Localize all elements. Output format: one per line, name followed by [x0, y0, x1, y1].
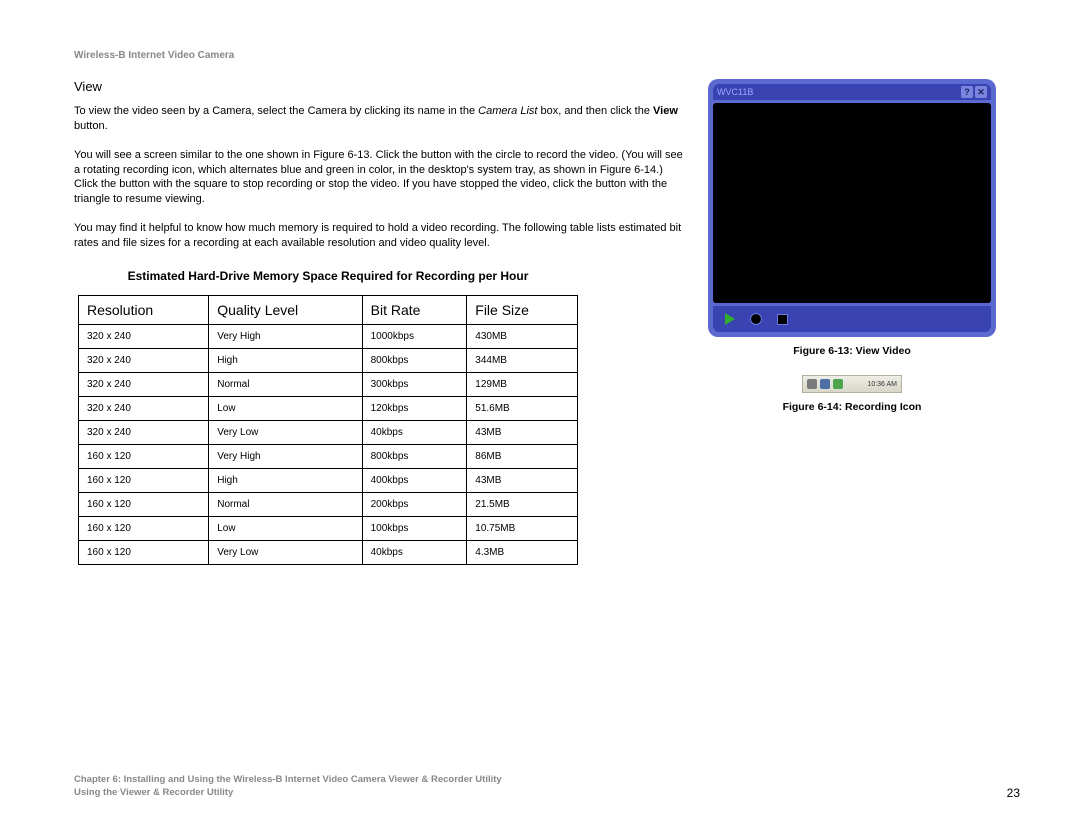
system-tray-figure: 10:36 AM — [802, 375, 902, 393]
table-cell: 51.6MB — [467, 396, 578, 420]
camera-list-italic: Camera List — [478, 105, 537, 117]
table-cell: 43MB — [467, 468, 578, 492]
column-header: Quality Level — [209, 295, 362, 324]
footer-line-1: Chapter 6: Installing and Using the Wire… — [74, 774, 502, 787]
table-cell: 40kbps — [362, 420, 467, 444]
figure-6-13-caption: Figure 6-13: View Video — [702, 345, 1002, 357]
play-icon — [725, 313, 735, 325]
table-cell: 43MB — [467, 420, 578, 444]
table-row: 160 x 120Normal200kbps21.5MB — [79, 492, 578, 516]
figure-6-14-caption: Figure 6-14: Recording Icon — [702, 401, 1002, 413]
table-row: 160 x 120High400kbps43MB — [79, 468, 578, 492]
table-cell: 120kbps — [362, 396, 467, 420]
table-cell: 430MB — [467, 324, 578, 348]
column-header: File Size — [467, 295, 578, 324]
video-player-figure: WVC11B ? ✕ — [708, 79, 996, 337]
table-cell: Very High — [209, 444, 362, 468]
table-cell: 320 x 240 — [79, 324, 209, 348]
table-cell: 10.75MB — [467, 516, 578, 540]
table-row: 320 x 240Very High1000kbps430MB — [79, 324, 578, 348]
column-header: Resolution — [79, 295, 209, 324]
table-row: 320 x 240Low120kbps51.6MB — [79, 396, 578, 420]
table-cell: 160 x 120 — [79, 468, 209, 492]
player-controls — [713, 306, 991, 332]
table-cell: 320 x 240 — [79, 396, 209, 420]
main-content: View To view the video seen by a Camera,… — [74, 79, 684, 565]
close-icon[interactable]: ✕ — [975, 86, 987, 98]
table-cell: 400kbps — [362, 468, 467, 492]
footer-line-2: Using the Viewer & Recorder Utility — [74, 787, 502, 800]
table-cell: 800kbps — [362, 444, 467, 468]
table-row: 320 x 240Very Low40kbps43MB — [79, 420, 578, 444]
table-cell: 86MB — [467, 444, 578, 468]
video-viewport — [713, 103, 991, 303]
recording-tray-icon — [820, 379, 830, 389]
table-cell: 160 x 120 — [79, 492, 209, 516]
paragraph-3: You may find it helpful to know how much… — [74, 221, 684, 251]
table-cell: 200kbps — [362, 492, 467, 516]
table-cell: Low — [209, 516, 362, 540]
table-cell: High — [209, 468, 362, 492]
table-cell: 160 x 120 — [79, 516, 209, 540]
table-cell: Normal — [209, 492, 362, 516]
table-cell: 160 x 120 — [79, 540, 209, 564]
player-titlebar: WVC11B ? ✕ — [713, 84, 991, 100]
table-cell: Very High — [209, 324, 362, 348]
column-header: Bit Rate — [362, 295, 467, 324]
record-icon — [750, 313, 762, 325]
player-device-name: WVC11B — [717, 87, 753, 97]
text: box, and then click the — [537, 105, 653, 117]
table-row: 320 x 240High800kbps344MB — [79, 348, 578, 372]
table-row: 320 x 240Normal300kbps129MB — [79, 372, 578, 396]
document-header: Wireless-B Internet Video Camera — [74, 50, 1020, 61]
table-cell: 40kbps — [362, 540, 467, 564]
play-button[interactable] — [723, 312, 737, 326]
footer-chapter-info: Chapter 6: Installing and Using the Wire… — [74, 774, 502, 800]
table-title: Estimated Hard-Drive Memory Space Requir… — [78, 269, 578, 283]
table-cell: 344MB — [467, 348, 578, 372]
table-cell: 800kbps — [362, 348, 467, 372]
table-row: 160 x 120Very Low40kbps4.3MB — [79, 540, 578, 564]
record-button[interactable] — [749, 312, 763, 326]
view-bold: View — [653, 105, 678, 117]
table-cell: High — [209, 348, 362, 372]
table-cell: 320 x 240 — [79, 420, 209, 444]
table-cell: Very Low — [209, 420, 362, 444]
help-icon[interactable]: ? — [961, 86, 973, 98]
tray-icon — [833, 379, 843, 389]
table-row: 160 x 120Very High800kbps86MB — [79, 444, 578, 468]
table-cell: Low — [209, 396, 362, 420]
text: button. — [74, 120, 108, 132]
table-cell: Very Low — [209, 540, 362, 564]
paragraph-1: To view the video seen by a Camera, sele… — [74, 104, 684, 134]
table-cell: 160 x 120 — [79, 444, 209, 468]
tray-clock: 10:36 AM — [867, 381, 897, 388]
table-cell: 320 x 240 — [79, 372, 209, 396]
memory-table: ResolutionQuality LevelBit RateFile Size… — [78, 295, 578, 565]
table-cell: Normal — [209, 372, 362, 396]
tray-icon — [807, 379, 817, 389]
table-cell: 100kbps — [362, 516, 467, 540]
table-cell: 21.5MB — [467, 492, 578, 516]
table-cell: 320 x 240 — [79, 348, 209, 372]
section-heading-view: View — [74, 79, 684, 94]
stop-icon — [777, 314, 788, 325]
page-number: 23 — [1007, 786, 1020, 800]
table-row: 160 x 120Low100kbps10.75MB — [79, 516, 578, 540]
table-cell: 1000kbps — [362, 324, 467, 348]
stop-button[interactable] — [775, 312, 789, 326]
table-cell: 129MB — [467, 372, 578, 396]
paragraph-2: You will see a screen similar to the one… — [74, 148, 684, 207]
table-cell: 300kbps — [362, 372, 467, 396]
table-cell: 4.3MB — [467, 540, 578, 564]
text: To view the video seen by a Camera, sele… — [74, 105, 478, 117]
